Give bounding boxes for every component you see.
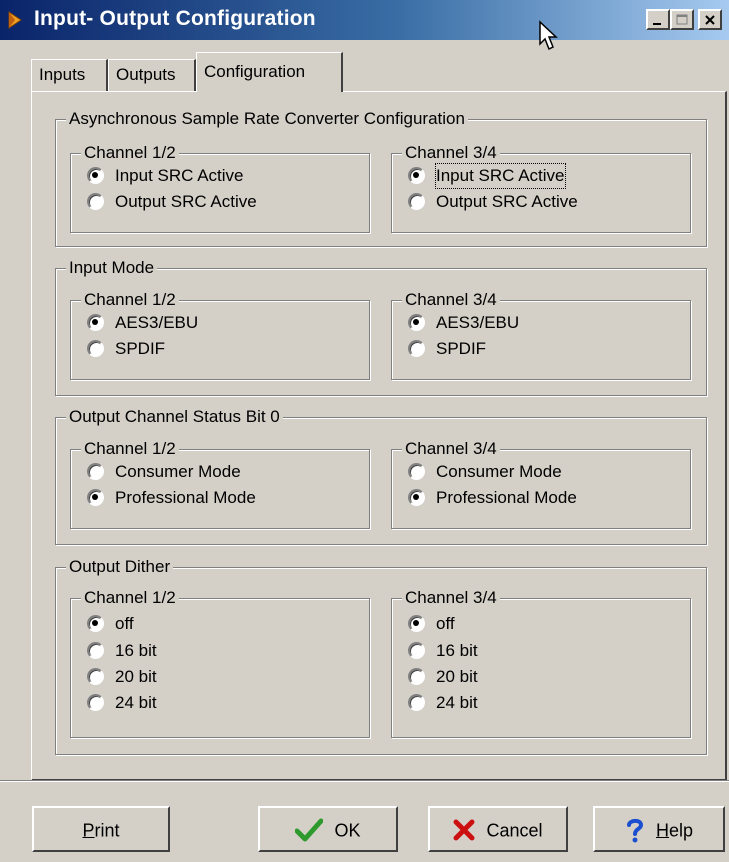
radio-button[interactable] xyxy=(87,489,104,506)
radio-button[interactable] xyxy=(408,489,425,506)
help-label-rest: elp xyxy=(668,820,694,841)
status-bit-group: Output Channel Status Bit 0 Channel 1/2 … xyxy=(55,407,707,545)
dialog-window: Input- Output Configuration Inputs Outpu… xyxy=(0,0,729,862)
src-channel-12-group: Channel 1/2 Input SRC Active Output SRC … xyxy=(70,143,370,233)
channel-title: Channel 3/4 xyxy=(402,290,500,310)
radio-button[interactable] xyxy=(87,668,104,685)
title-bar[interactable]: Input- Output Configuration xyxy=(0,0,729,51)
maximize-icon xyxy=(676,14,688,25)
radio-button[interactable] xyxy=(87,615,104,632)
output-dither-group: Output Dither Channel 1/2 off 16 bit 20 … xyxy=(55,557,707,755)
radio-label: Professional Mode xyxy=(436,488,577,507)
print-label: Print xyxy=(82,820,119,840)
radio-button[interactable] xyxy=(408,668,425,685)
radio-button[interactable] xyxy=(408,340,425,357)
status-bit-channel-34-group: Channel 3/4 Consumer Mode Professional M… xyxy=(391,439,691,529)
radio-label: SPDIF xyxy=(115,339,166,358)
question-mark-icon xyxy=(626,819,643,843)
close-icon xyxy=(705,15,715,25)
radio-label: AES3/EBU xyxy=(115,313,199,332)
radio-label: 20 bit xyxy=(436,667,478,686)
checkmark-icon xyxy=(295,818,324,842)
radio-button[interactable] xyxy=(87,340,104,357)
dither-channel-34-group: Channel 3/4 off 16 bit 20 bit 24 bit xyxy=(391,588,691,738)
channel-title: Channel 3/4 xyxy=(402,588,500,608)
radio-button[interactable] xyxy=(408,193,425,210)
radio-button[interactable] xyxy=(87,167,104,184)
dither-channel-12-group: Channel 1/2 off 16 bit 20 bit 24 bit xyxy=(70,588,370,738)
tab-configuration[interactable]: Configuration xyxy=(196,52,343,92)
radio-label: 20 bit xyxy=(115,667,157,686)
radio-label: Consumer Mode xyxy=(115,462,241,481)
tab-outputs[interactable]: Outputs xyxy=(108,59,196,91)
input-mode-channel-12-group: Channel 1/2 AES3/EBU SPDIF xyxy=(70,290,370,380)
radio-button[interactable] xyxy=(408,694,425,711)
close-button[interactable] xyxy=(698,9,722,30)
cancel-label: Cancel xyxy=(486,820,543,841)
ok-label: OK xyxy=(334,820,361,841)
radio-button[interactable] xyxy=(87,694,104,711)
channel-title: Channel 1/2 xyxy=(81,290,179,310)
radio-label: Professional Mode xyxy=(115,488,256,507)
print-button[interactable]: Print xyxy=(32,806,170,852)
radio-button[interactable] xyxy=(87,642,104,659)
radio-label: off xyxy=(115,614,134,633)
radio-label: 16 bit xyxy=(115,641,157,660)
cancel-button[interactable]: Cancel xyxy=(428,806,568,852)
help-button[interactable]: Help xyxy=(593,806,725,852)
app-icon xyxy=(8,11,22,29)
radio-button[interactable] xyxy=(87,314,104,331)
group-title: Asynchronous Sample Rate Converter Confi… xyxy=(66,109,468,129)
ok-button[interactable]: OK xyxy=(258,806,398,852)
channel-title: Channel 1/2 xyxy=(81,439,179,459)
maximize-button[interactable] xyxy=(670,9,694,30)
channel-title: Channel 1/2 xyxy=(81,588,179,608)
radio-label: SPDIF xyxy=(436,339,487,358)
channel-title: Channel 1/2 xyxy=(81,143,179,163)
help-label: Help xyxy=(656,820,693,840)
radio-label: 24 bit xyxy=(115,693,157,712)
src-channel-34-group: Channel 3/4 Input SRC Active Output SRC … xyxy=(391,143,691,233)
button-bar-divider xyxy=(0,780,729,782)
src-config-group: Asynchronous Sample Rate Converter Confi… xyxy=(55,109,707,247)
radio-label: AES3/EBU xyxy=(436,313,520,332)
status-bit-channel-12-group: Channel 1/2 Consumer Mode Professional M… xyxy=(70,439,370,529)
radio-button[interactable] xyxy=(408,463,425,480)
window-title: Input- Output Configuration xyxy=(34,7,316,30)
help-accelerator: H xyxy=(655,820,669,841)
mouse-pointer-icon xyxy=(539,20,558,51)
minimize-icon xyxy=(653,23,661,25)
radio-button[interactable] xyxy=(408,642,425,659)
radio-button[interactable] xyxy=(408,167,425,184)
group-title: Input Mode xyxy=(66,258,158,278)
input-mode-channel-34-group: Channel 3/4 AES3/EBU SPDIF xyxy=(391,290,691,380)
radio-label: Output SRC Active xyxy=(115,192,257,211)
channel-title: Channel 3/4 xyxy=(402,143,500,163)
print-label-rest: rint xyxy=(94,820,120,841)
radio-button[interactable] xyxy=(87,193,104,210)
radio-label: 24 bit xyxy=(436,693,478,712)
group-title: Output Dither xyxy=(66,557,174,577)
group-title: Output Channel Status Bit 0 xyxy=(66,407,283,427)
x-icon xyxy=(453,819,475,841)
radio-label: off xyxy=(436,614,455,633)
input-mode-group: Input Mode Channel 1/2 AES3/EBU SPDIF Ch… xyxy=(55,258,707,396)
radio-label: Consumer Mode xyxy=(436,462,562,481)
radio-button[interactable] xyxy=(408,615,425,632)
minimize-button[interactable] xyxy=(646,9,670,30)
tab-inputs[interactable]: Inputs xyxy=(31,59,108,91)
radio-label: 16 bit xyxy=(436,641,478,660)
radio-button[interactable] xyxy=(408,314,425,331)
channel-title: Channel 3/4 xyxy=(402,439,500,459)
radio-label: Output SRC Active xyxy=(436,192,578,211)
radio-label: Input SRC Active xyxy=(435,163,566,189)
radio-label: Input SRC Active xyxy=(115,166,244,185)
print-accelerator: P xyxy=(82,820,95,841)
radio-button[interactable] xyxy=(87,463,104,480)
